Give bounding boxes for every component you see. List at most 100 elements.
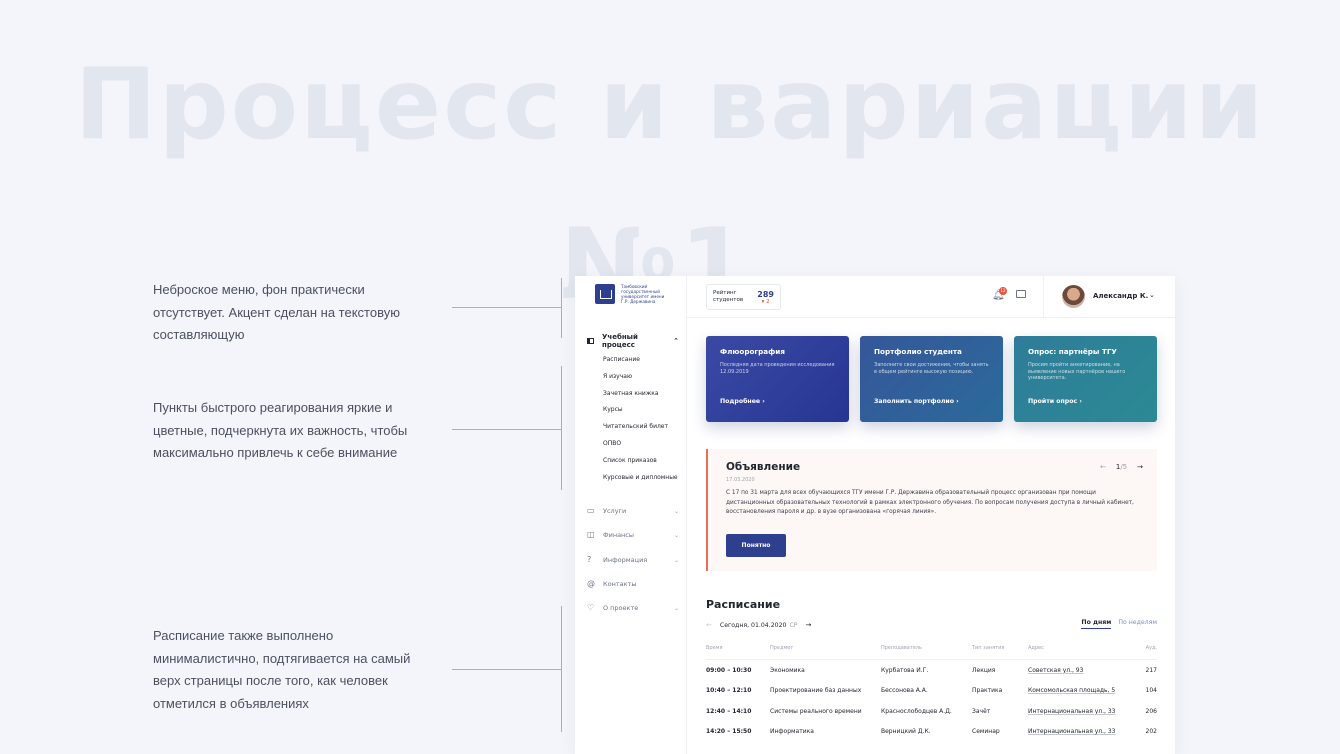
quick-card-fluorography[interactable]: Флюорография Последняя дата проведения и…: [706, 336, 849, 422]
sidebar-item-information[interactable]: ? Информация ⌄: [587, 556, 679, 565]
quick-card-survey[interactable]: Опрос: партнёры ТГУ Просим пройти анкети…: [1014, 336, 1157, 422]
sidebar-item-contacts[interactable]: @ Контакты: [587, 579, 679, 589]
cell-room: 206: [1145, 707, 1157, 715]
schedule-table: Время Предмет Преподаватель Тип занятия …: [706, 645, 1157, 742]
schedule-title: Расписание: [706, 598, 781, 611]
sidebar-item-label: Контакты: [603, 580, 637, 588]
cell-teacher: Курбатова И.Г.: [881, 666, 929, 674]
arrow-right-icon[interactable]: →: [1137, 463, 1143, 471]
rating-value-block: 289 ▾ 2: [757, 290, 774, 305]
cell-room: 217: [1145, 666, 1157, 674]
arrow-right-icon[interactable]: →: [806, 621, 812, 629]
annotation-quick-cards: Пункты быстрого реагирования яркие и цве…: [153, 400, 408, 460]
annotation-connector: [452, 429, 561, 430]
table-row[interactable]: 14:20 – 15:50 Информатика Верницкий Д.К.…: [706, 722, 1157, 743]
logo[interactable]: Тамбовский государственный университет и…: [595, 284, 669, 304]
arrow-left-icon[interactable]: ←: [1100, 463, 1106, 471]
logo-text: Тамбовский государственный университет и…: [621, 284, 665, 304]
sidebar-item-label: Услуги: [603, 507, 627, 515]
cell-subject: Системы реального времени: [770, 707, 862, 715]
tab-by-weeks[interactable]: По неделям: [1118, 619, 1157, 629]
chevron-down-icon: ⌄: [673, 556, 679, 564]
sidebar-item-about[interactable]: ♡ О проекте ⌄: [587, 604, 679, 613]
table-header-row: Время Предмет Преподаватель Тип занятия …: [706, 645, 1157, 660]
sidebar-item-studying[interactable]: Я изучаю: [603, 372, 678, 389]
schedule: Расписание ← Сегодня, 01.04.2020 СР → По…: [706, 598, 1157, 742]
cell-address[interactable]: Советская ул., 93: [1028, 660, 1135, 681]
sidebar: Тамбовский государственный университет и…: [575, 276, 687, 754]
at-icon: @: [587, 579, 595, 588]
chat-icon[interactable]: [1016, 290, 1026, 298]
chevron-down-icon: ⌄: [673, 507, 679, 515]
schedule-weekday: СР: [789, 621, 798, 629]
card-text: Последняя дата проведения исследования 1…: [720, 362, 835, 375]
cell-teacher: Краснослободцев А.Д.: [881, 707, 952, 715]
card-link[interactable]: Подробнее ›: [720, 398, 835, 405]
pager-total: /5: [1120, 463, 1128, 471]
arrow-left-icon[interactable]: ←: [706, 621, 712, 629]
column-header: Преподаватель: [881, 645, 972, 660]
table-row[interactable]: 12:40 – 14:10 Системы реального времени …: [706, 701, 1157, 722]
avatar[interactable]: [1062, 285, 1085, 308]
chevron-right-icon: ›: [956, 398, 959, 405]
book-icon: [587, 338, 594, 344]
sidebar-group-label: Учебный процесс: [602, 333, 638, 349]
annotation-bracket: [561, 366, 562, 490]
column-header: Предмет: [770, 645, 881, 660]
user-name[interactable]: Александр К.: [1093, 292, 1148, 300]
sidebar-item-gradebook[interactable]: Зачетная книжка: [603, 389, 678, 406]
chevron-right-icon: ›: [1079, 398, 1082, 405]
cell-address[interactable]: Интернациональная ул., 33: [1028, 722, 1135, 743]
annotation-connector: [452, 669, 561, 670]
card-link[interactable]: Пройти опрос ›: [1028, 398, 1143, 405]
chevron-down-icon: ⌄: [673, 604, 679, 612]
university-emblem-icon: [595, 284, 615, 304]
column-header: Ауд.: [1135, 645, 1157, 660]
sidebar-item-finance[interactable]: ◫ Финансы ⌄: [587, 530, 679, 540]
sidebar-item-courses[interactable]: Курсы: [603, 405, 678, 422]
sidebar-item-opvo[interactable]: ОПВО: [603, 439, 678, 456]
sidebar-item-orders[interactable]: Список приказов: [603, 456, 678, 473]
sidebar-item-schedule[interactable]: Расписание: [603, 355, 678, 372]
rating-label: Рейтинг студентов: [713, 290, 744, 303]
sidebar-item-services[interactable]: ▭ Услуги ⌄: [587, 507, 679, 516]
card-text: Просим пройти анкетирование, на выявлени…: [1028, 362, 1126, 381]
cell-subject: Проектирование баз данных: [770, 687, 862, 695]
quick-card-portfolio[interactable]: Портфолио студента Заполните свои достиж…: [860, 336, 1003, 422]
annotation-schedule: Расписание также выполнено минималистичн…: [153, 628, 411, 711]
chevron-up-icon: ⌃: [673, 337, 679, 345]
acknowledge-button[interactable]: Понятно: [726, 534, 786, 557]
column-header: Время: [706, 645, 770, 660]
app-window: Тамбовский государственный университет и…: [575, 276, 1175, 754]
announcement-body: С 17 по 31 марта для всех обучающихся ТГ…: [726, 490, 1134, 515]
cell-teacher: Верницкий Д.К.: [881, 728, 931, 736]
card-title: Опрос: партнёры ТГУ: [1028, 347, 1117, 356]
annotation-bracket: [561, 278, 562, 338]
cell-type: Зачёт: [972, 707, 991, 715]
wallet-icon: ◫: [587, 530, 595, 539]
annotation-menu: Неброское меню, фон практически отсутств…: [153, 282, 400, 342]
student-rating[interactable]: Рейтинг студентов 289 ▾ 2: [706, 284, 781, 310]
table-row[interactable]: 10:40 – 12:10 Проектирование баз данных …: [706, 680, 1157, 701]
cell-time: 09:00 – 10:30: [706, 666, 752, 674]
sidebar-group-study-process[interactable]: Учебный процесс ⌃: [587, 333, 679, 349]
chevron-down-icon[interactable]: ⌄: [1149, 291, 1155, 299]
column-header: Тип занятия: [972, 645, 1028, 660]
tab-by-days[interactable]: По дням: [1081, 619, 1112, 629]
divider: [1043, 276, 1044, 318]
card-link[interactable]: Заполнить портфолио ›: [874, 398, 989, 405]
cell-subject: Информатика: [770, 728, 814, 736]
announcement-pager: ← 1/5 →: [1100, 463, 1143, 471]
cell-time: 14:20 – 15:50: [706, 728, 752, 736]
sidebar-item-library-card[interactable]: Читательский билет: [603, 422, 678, 439]
cell-teacher: Бессонова А.А.: [881, 687, 928, 695]
sidebar-item-theses[interactable]: Курсовые и дипломные: [603, 473, 678, 490]
sidebar-item-label: О проекте: [603, 604, 639, 612]
table-row[interactable]: 09:00 – 10:30 Экономика Курбатова И.Г. Л…: [706, 660, 1157, 681]
cell-address[interactable]: Комсомольская площадь, 5: [1028, 680, 1135, 701]
column-header: Адрес: [1028, 645, 1135, 660]
cell-address[interactable]: Интернациональная ул., 33: [1028, 701, 1135, 722]
card-title: Портфолио студента: [874, 347, 962, 356]
cell-time: 10:40 – 12:10: [706, 687, 752, 695]
topbar: Рейтинг студентов 289 ▾ 2 🔔︎ 12 Александ…: [687, 276, 1175, 318]
